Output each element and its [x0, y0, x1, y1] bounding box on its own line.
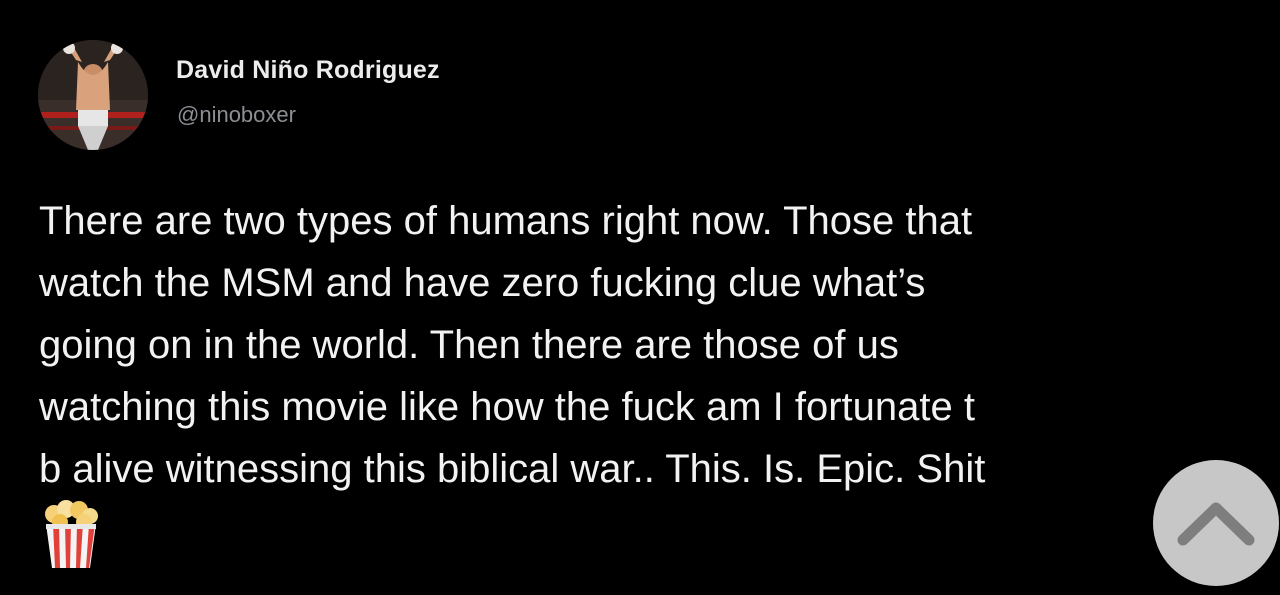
tweet-text-line: b alive witnessing this biblical war.. T… [39, 447, 986, 491]
tweet-text-line: watch the MSM and have zero fucking clue… [39, 261, 926, 305]
avatar[interactable] [38, 40, 148, 150]
author-name[interactable]: David Niño Rodriguez [176, 56, 440, 85]
scroll-to-top-button[interactable] [1153, 460, 1279, 586]
popcorn-icon [40, 500, 102, 570]
tweet-text-line: There are two types of humans right now.… [39, 199, 973, 243]
tweet-text-line: watching this movie like how the fuck am… [39, 385, 975, 429]
chevron-up-icon [1177, 502, 1255, 546]
tweet-card: David Niño Rodriguez @ninoboxer There ar… [0, 0, 1280, 595]
boxer-photo-icon [38, 40, 148, 150]
tweet-text-line: going on in the world. Then there are th… [39, 323, 899, 367]
tweet-text: There are two types of humans right now.… [39, 190, 1280, 500]
author-handle[interactable]: @ninoboxer [177, 102, 296, 128]
